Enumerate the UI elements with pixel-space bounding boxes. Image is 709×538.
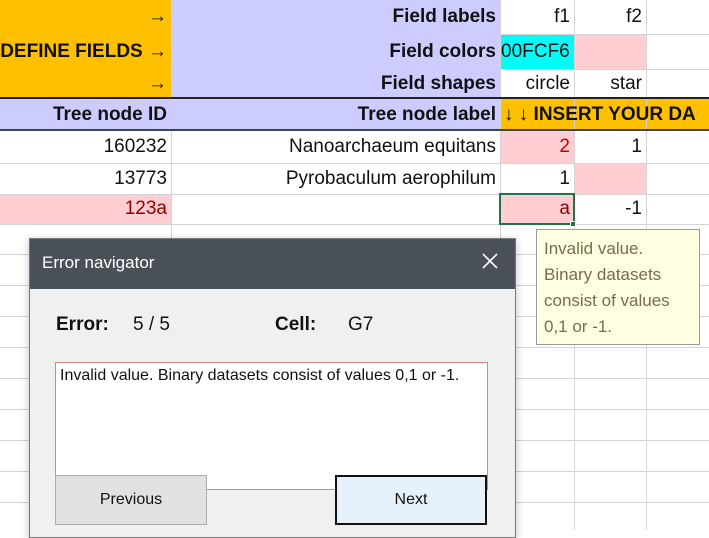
previous-button[interactable]: Previous xyxy=(55,475,207,525)
data-row2-id[interactable]: 13773 xyxy=(0,163,171,194)
dialog-title: Error navigator xyxy=(42,253,155,272)
tooltip-line: 0,1 or -1. xyxy=(544,317,613,336)
field-label-f2[interactable]: f2 xyxy=(574,0,646,34)
data-row3-f2[interactable]: -1 xyxy=(574,194,646,224)
data-row2-label[interactable]: Pyrobaculum aerophilum xyxy=(171,163,500,194)
data-row3-label[interactable] xyxy=(171,194,500,224)
cell-label: Cell: xyxy=(275,314,317,335)
tooltip-line: Invalid value. xyxy=(544,239,644,258)
data-row2-f1[interactable]: 1 xyxy=(500,163,574,194)
define-fields-label: DEFINE FIELDS → xyxy=(0,40,167,62)
header-insert-data: ↓ ↓ INSERT YOUR DA xyxy=(504,103,696,125)
data-row1-label[interactable]: Nanoarchaeum equitans xyxy=(171,131,500,163)
field-shape-f2[interactable]: star xyxy=(574,69,646,98)
arrow-row3: → xyxy=(148,72,167,94)
field-color-f1[interactable]: 00FCF6 xyxy=(500,34,574,69)
field-labels-label: Field labels xyxy=(392,6,496,27)
data-row1-f1[interactable]: 2 xyxy=(500,131,574,163)
close-icon[interactable] xyxy=(479,250,501,272)
fill-handle[interactable] xyxy=(570,221,576,227)
arrow-row1: → xyxy=(148,6,167,27)
next-button[interactable]: Next xyxy=(335,475,487,525)
field-colors-label: Field colors xyxy=(389,40,496,62)
error-message-box[interactable]: Invalid value. Binary datasets consist o… xyxy=(55,362,488,490)
field-shape-f1[interactable]: circle xyxy=(500,69,574,98)
error-count: 5 / 5 xyxy=(133,314,170,335)
dialog-title-bar[interactable]: Error navigator xyxy=(30,239,515,289)
tooltip-line: Binary datasets xyxy=(544,265,662,284)
error-navigator-dialog: Error navigator Error: 5 / 5 Cell: G7 In… xyxy=(29,238,516,538)
cell-comment-tooltip: Invalid value. Binary datasets consist o… xyxy=(536,229,700,345)
field-label-f1[interactable]: f1 xyxy=(500,0,574,34)
field-color-f2[interactable] xyxy=(574,34,646,69)
header-tree-node-label: Tree node label xyxy=(357,103,496,125)
data-row2-f2[interactable] xyxy=(574,163,646,194)
cell-reference: G7 xyxy=(348,314,374,335)
tooltip-line: consist of values xyxy=(544,291,670,310)
data-row1-f2[interactable]: 1 xyxy=(574,131,646,163)
header-tree-node-id: Tree node ID xyxy=(52,103,167,125)
error-label: Error: xyxy=(56,314,109,335)
data-row3-id[interactable]: 123a xyxy=(0,194,171,224)
selected-cell-border xyxy=(499,193,575,225)
data-row1-id[interactable]: 160232 xyxy=(0,131,171,163)
field-shapes-label: Field shapes xyxy=(380,72,496,94)
